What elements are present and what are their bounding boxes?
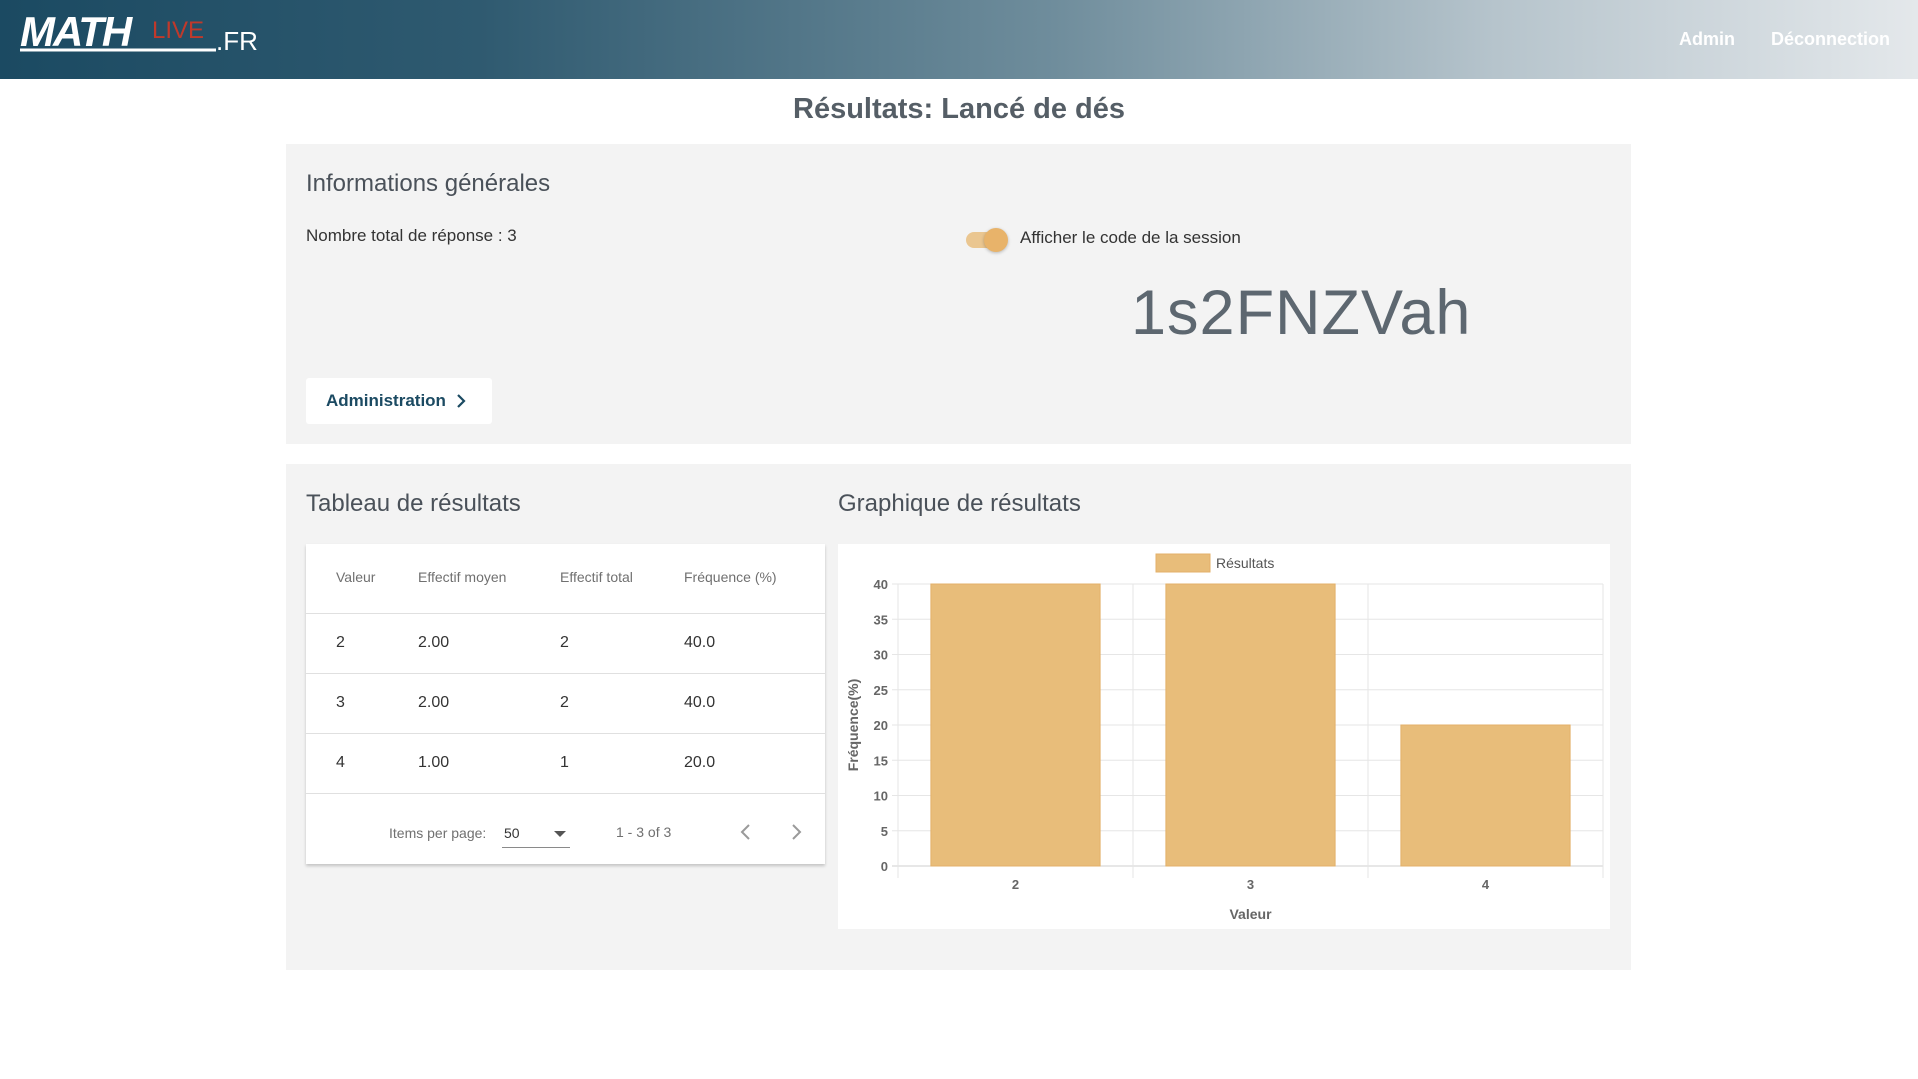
items-per-page-label: Items per page: [389,825,487,841]
y-tick-label: 20 [874,718,888,733]
results-bar-chart: 0 5 10 15 20 25 30 35 40 2 3 4 Valeur Fréquence(%) Rés… [838,544,1610,929]
x-tick-label: 3 [1247,877,1254,892]
chevron-left-icon [740,824,750,840]
results-table-title: Tableau de résultats [306,490,521,517]
table-cell: 2 [336,634,345,651]
table-row: 2 2.00 2 40.0 [306,614,825,674]
y-tick-label: 25 [874,683,888,698]
legend-swatch [1155,553,1211,573]
column-header-valeur[interactable]: Valeur [336,569,375,585]
results-chart-title: Graphique de résultats [838,490,1081,517]
general-info-card: Informations générales Nombre total de r… [286,144,1631,444]
show-session-code-toggle[interactable] [964,226,1010,252]
table-cell: 20.0 [684,754,716,771]
table-cell: 3 [336,694,345,711]
x-tick-label: 2 [1012,877,1019,892]
y-tick-label: 35 [874,612,888,627]
page-title: Résultats: Lancé de dés [793,93,1125,125]
general-info-title: Informations générales [306,170,551,197]
table-cell: 4 [336,754,345,771]
previous-page-button[interactable] [734,820,758,844]
administration-button-label: Administration [326,391,446,410]
y-tick-label: 15 [874,753,888,768]
table-cell: 1.00 [418,754,450,771]
column-header-effectif-moyen[interactable]: Effectif moyen [418,569,506,585]
toggle-thumb [984,228,1008,252]
results-card: Tableau de résultats Graphique de résult… [286,464,1631,970]
items-per-page-select[interactable]: 50 [502,819,570,848]
x-axis-title: Valeur [1229,906,1272,922]
results-table: Valeur Effectif moyen Effectif total Fré… [306,544,825,864]
nav-admin-link[interactable]: Admin [1679,29,1735,50]
total-responses-text: Nombre total de réponse : 3 [306,226,517,245]
table-cell: 2 [560,694,569,711]
svg-text:LIVE: LIVE [152,17,204,44]
top-navbar: MATH LIVE .FR Admin Déconnection [0,0,1918,79]
next-page-button[interactable] [784,820,808,844]
table-row: 3 2.00 2 40.0 [306,674,825,734]
y-tick-label: 10 [874,789,888,804]
column-header-effectif-total[interactable]: Effectif total [560,569,633,585]
y-tick-label: 0 [881,859,888,874]
pagination-range: 1 - 3 of 3 [616,824,672,840]
administration-button[interactable]: Administration [306,378,492,424]
chevron-right-icon [792,824,802,840]
dropdown-arrow-icon [554,831,566,837]
bar-4 [1400,724,1571,867]
table-cell: 40.0 [684,694,716,711]
mathlive-logo[interactable]: MATH LIVE .FR [20,10,280,58]
session-code: 1s2FNZVah [1131,278,1472,348]
bar-2 [930,583,1101,867]
show-session-code-label: Afficher le code de la session [1020,228,1241,247]
y-axis-title: Fréquence(%) [845,679,861,772]
table-cell: 2 [560,634,569,651]
y-tick-label: 30 [874,648,888,663]
table-row: 4 1.00 1 20.0 [306,734,825,794]
table-cell: 2.00 [418,694,450,711]
table-cell: 2.00 [418,634,450,651]
table-cell: 1 [560,754,569,771]
items-per-page-value: 50 [504,825,520,841]
svg-text:.FR: .FR [216,26,258,56]
bar-3 [1165,583,1336,867]
y-tick-label: 40 [874,577,888,592]
nav-logout-link[interactable]: Déconnection [1771,29,1890,50]
column-header-frequence[interactable]: Fréquence (%) [684,569,777,585]
bar-chart-svg: 0 5 10 15 20 25 30 35 40 2 3 4 Valeur Fréquence(%) Rés… [845,553,1604,922]
table-header-row: Valeur Effectif moyen Effectif total Fré… [306,544,825,614]
table-paginator: Items per page: 50 1 - 3 of 3 [306,801,825,864]
chevron-right-icon [456,393,466,413]
x-tick-label: 4 [1482,877,1490,892]
table-cell: 40.0 [684,634,716,651]
legend-label: Résultats [1216,555,1274,571]
y-tick-label: 5 [881,824,888,839]
svg-text:MATH: MATH [20,10,134,55]
